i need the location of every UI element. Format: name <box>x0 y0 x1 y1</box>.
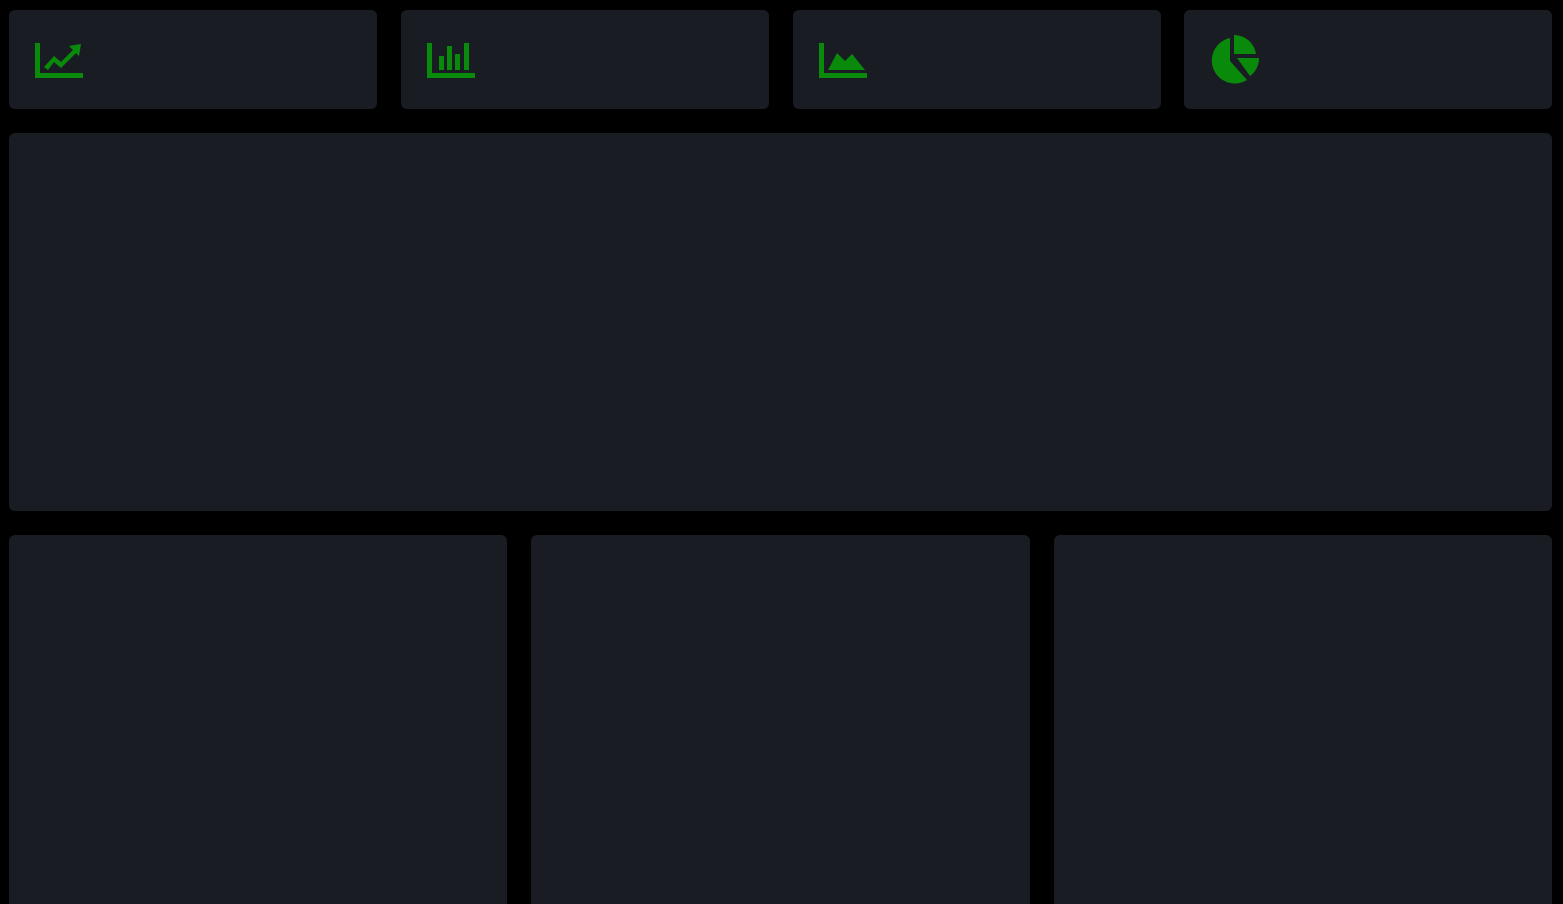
area-chart-icon <box>817 34 869 86</box>
stat-card-bar[interactable] <box>401 10 769 109</box>
stat-card-area[interactable] <box>793 10 1161 109</box>
bottom-panel-center <box>531 535 1030 904</box>
bar-chart-icon <box>425 34 477 86</box>
bottom-panel-right <box>1054 535 1552 904</box>
bottom-panel-left <box>9 535 507 904</box>
main-chart-panel <box>9 133 1552 511</box>
dashboard <box>0 0 1563 904</box>
pie-chart-icon <box>1208 34 1260 86</box>
line-chart-icon <box>33 34 85 86</box>
stat-card-line[interactable] <box>9 10 377 109</box>
stat-card-pie[interactable] <box>1184 10 1552 109</box>
